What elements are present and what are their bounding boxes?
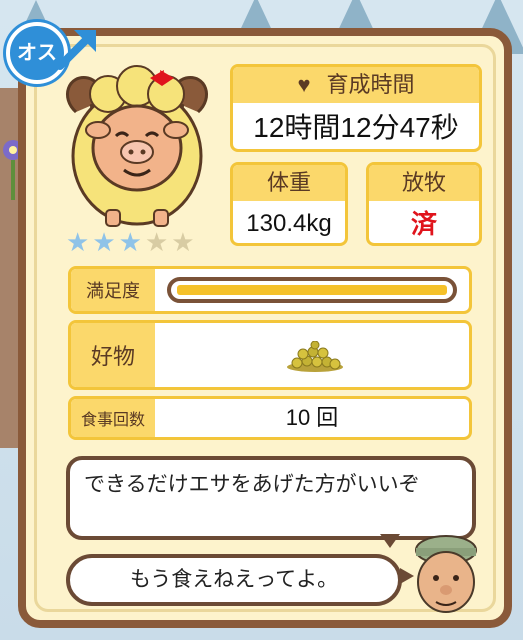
meals-label: 食事回数: [71, 399, 155, 437]
star-filled-icon: ★: [66, 228, 90, 258]
gender-label: オス: [17, 42, 57, 64]
meals-row: 食事回数 10 回: [68, 396, 472, 440]
grain-pile-icon: [287, 341, 343, 372]
star-empty-icon: ★: [144, 228, 169, 258]
weight-box: 体重 130.4kg: [230, 162, 348, 246]
rating-stars: ★ ★ ★ ★ ★: [66, 230, 195, 256]
weight-label: 体重: [233, 165, 345, 201]
meals-value: 10 回: [285, 405, 339, 430]
favorite-food-label: 好物: [71, 323, 155, 387]
grazing-box: 放牧 済: [366, 162, 482, 246]
speech-bubble-1-tail: [380, 534, 400, 548]
farmer-face-icon: [415, 535, 477, 613]
star-filled-icon: ★: [92, 228, 116, 258]
growth-time-box: ♥ 育成時間 12時間12分47秒: [230, 64, 482, 152]
satisfaction-bar-fill: [177, 285, 447, 295]
star-filled-icon: ★: [118, 228, 142, 258]
satisfaction-row: 満足度: [68, 266, 472, 314]
growth-time-label: 育成時間: [326, 72, 415, 97]
growth-time-value: 12時間12分47秒: [253, 112, 459, 143]
growth-time-header: ♥ 育成時間: [233, 67, 479, 103]
weight-value: 130.4kg: [246, 210, 332, 237]
heart-icon: ♥: [297, 72, 311, 97]
favorite-food-row: 好物: [68, 320, 472, 390]
grazing-label: 放牧: [369, 165, 479, 201]
sheep-portrait-icon: [66, 65, 208, 227]
grazing-value: 済: [410, 209, 437, 239]
star-empty-icon: ★: [171, 228, 195, 258]
satisfaction-label: 満足度: [71, 269, 155, 311]
satisfaction-bar: [167, 277, 457, 303]
speech-bubble-2: もう食えねえってよ。: [66, 554, 402, 606]
